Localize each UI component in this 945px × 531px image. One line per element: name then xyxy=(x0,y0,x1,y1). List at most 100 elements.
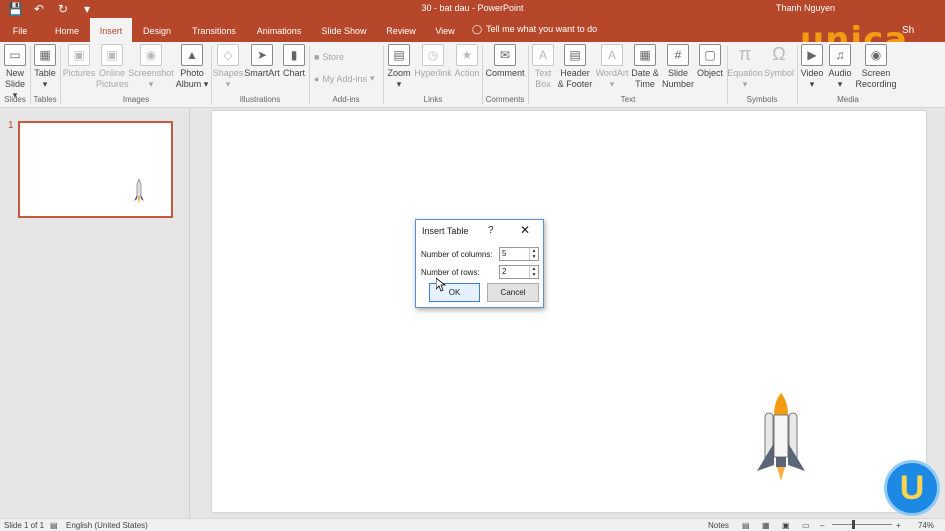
tab-animations[interactable]: Animations xyxy=(250,18,308,42)
store-button[interactable]: ■ Store xyxy=(314,52,344,62)
store-icon: ■ xyxy=(314,52,320,62)
group-label-media: Media xyxy=(837,95,859,104)
online-pictures-button[interactable]: ▣ Online Pictures xyxy=(96,44,129,90)
group-label-illustrations: Illustrations xyxy=(239,95,281,104)
pictures-button[interactable]: ▣ Pictures xyxy=(62,44,96,79)
symbol-button[interactable]: Ω Symbol xyxy=(763,44,795,79)
tab-slide-show[interactable]: Slide Show xyxy=(316,18,372,42)
tab-review[interactable]: Review xyxy=(382,18,420,42)
camera-icon: ◉ xyxy=(140,44,162,66)
user-name[interactable]: Thanh Nguyen xyxy=(776,3,835,13)
separator xyxy=(30,46,31,104)
language-status[interactable]: English (United States) xyxy=(66,521,148,530)
audio-label: Audio ▾ xyxy=(828,68,852,89)
object-icon: ▢ xyxy=(699,44,721,66)
audio-button[interactable]: ♫ Audio ▾ xyxy=(826,44,854,90)
columns-spinner[interactable]: 5 ▲ ▼ xyxy=(499,247,539,261)
text-box-label: Text Box xyxy=(534,68,552,89)
zoom-button[interactable]: ▤ Zoom ▾ xyxy=(384,44,414,90)
tab-file[interactable]: File xyxy=(6,18,34,42)
group-label-images: Images xyxy=(122,95,150,104)
slideshow-view-icon[interactable]: ▭ xyxy=(802,521,810,530)
spellcheck-icon[interactable]: ▤ xyxy=(50,521,58,530)
tab-home[interactable]: Home xyxy=(48,18,86,42)
rows-label: Number of rows: xyxy=(421,268,480,277)
header-footer-button[interactable]: ▤ Header & Footer xyxy=(556,44,594,90)
screenshot-button[interactable]: ◉ Screenshot ▾ xyxy=(128,44,174,90)
online-pictures-label: Online Pictures xyxy=(96,68,129,89)
my-addins-button[interactable]: ● My Add-ins ▾ xyxy=(314,73,375,84)
text-box-button[interactable]: A Text Box xyxy=(530,44,556,90)
tell-me-box[interactable]: ◯ Tell me what you want to do xyxy=(472,24,597,35)
tab-insert[interactable]: Insert xyxy=(90,18,132,42)
pictures-icon: ▣ xyxy=(68,44,90,66)
cancel-button[interactable]: Cancel xyxy=(487,283,539,302)
online-pictures-icon: ▣ xyxy=(101,44,123,66)
slide-number-button[interactable]: # Slide Number xyxy=(661,44,695,90)
zoom-out-icon[interactable]: – xyxy=(820,521,824,530)
hyperlink-button[interactable]: ◷ Hyperlink xyxy=(413,44,453,79)
zoom-level[interactable]: 74% xyxy=(918,521,934,530)
chart-button[interactable]: ▮ Chart xyxy=(281,44,307,79)
shapes-button[interactable]: ◇ Shapes ▾ xyxy=(212,44,244,90)
zoom-in-icon[interactable]: + xyxy=(896,521,901,530)
close-button[interactable]: ✕ xyxy=(520,223,530,237)
rows-spinner[interactable]: 2 ▲ ▼ xyxy=(499,265,539,279)
rocket-image[interactable] xyxy=(755,391,807,483)
separator xyxy=(60,46,61,104)
star-icon: ★ xyxy=(456,44,478,66)
comment-label: Comment xyxy=(485,68,525,78)
help-button[interactable]: ? xyxy=(488,225,494,236)
columns-label: Number of columns: xyxy=(421,250,493,259)
smartart-label: SmartArt xyxy=(244,68,280,78)
spin-arrows-icon[interactable]: ▲ ▼ xyxy=(529,266,538,278)
normal-view-icon[interactable]: ▤ xyxy=(742,521,750,530)
object-button[interactable]: ▢ Object xyxy=(695,44,725,79)
columns-value[interactable]: 5 xyxy=(502,249,506,258)
slide-thumbnail[interactable] xyxy=(18,121,173,218)
speaker-icon: ♫ xyxy=(829,44,851,66)
shapes-icon: ◇ xyxy=(217,44,239,66)
notes-button[interactable]: Notes xyxy=(708,521,729,530)
group-label-text: Text xyxy=(620,95,636,104)
tab-design[interactable]: Design xyxy=(138,18,176,42)
addins-icon: ● xyxy=(314,73,320,84)
rows-value[interactable]: 2 xyxy=(502,267,506,276)
hyperlink-label: Hyperlink xyxy=(414,68,452,78)
zoom-label: Zoom ▾ xyxy=(387,68,411,89)
action-button[interactable]: ★ Action xyxy=(453,44,481,79)
zoom-slider[interactable] xyxy=(832,524,892,525)
smartart-button[interactable]: ➤ SmartArt xyxy=(243,44,281,79)
photo-album-button[interactable]: ▲ Photo Album ▾ xyxy=(174,44,210,90)
equation-button[interactable]: π Equation ▾ xyxy=(727,44,763,90)
pi-icon: π xyxy=(738,44,752,64)
table-button[interactable]: ▦ Table ▾ xyxy=(32,44,58,90)
slide-number-label: Slide Number xyxy=(661,68,694,89)
slide-count: Slide 1 of 1 xyxy=(4,521,45,530)
tab-transitions[interactable]: Transitions xyxy=(186,18,242,42)
tab-view[interactable]: View xyxy=(430,18,460,42)
share-button[interactable]: Sh xyxy=(902,25,914,36)
separator xyxy=(482,46,483,104)
new-slide-button[interactable]: ▭ New Slide ▾ xyxy=(2,44,28,101)
video-button[interactable]: ▶ Video ▾ xyxy=(798,44,826,90)
pictures-label: Pictures xyxy=(62,68,96,78)
date-time-button[interactable]: ▦ Date & Time xyxy=(629,44,661,90)
chart-icon: ▮ xyxy=(283,44,305,66)
spin-arrows-icon[interactable]: ▲ ▼ xyxy=(529,248,538,260)
screen-recording-button[interactable]: ◉ Screen Recording xyxy=(854,44,898,90)
ribbon: ▭ New Slide ▾ ▦ Table ▾ ▣ Pictures ▣ Onl… xyxy=(0,42,945,108)
slide-canvas[interactable] xyxy=(212,111,926,512)
screen-recording-icon: ◉ xyxy=(865,44,887,66)
insert-table-dialog: Insert Table ? ✕ Number of columns: 5 ▲ ▼… xyxy=(415,219,544,308)
group-label-tables: Tables xyxy=(33,95,57,104)
reading-view-icon[interactable]: ▣ xyxy=(782,521,790,530)
slides-pane: 1 xyxy=(0,109,190,518)
comment-button[interactable]: ✉ Comment xyxy=(484,44,526,79)
wordart-button[interactable]: A WordArt ▾ xyxy=(594,44,630,90)
status-bar: Slide 1 of 1 ▤ English (United States) N… xyxy=(0,518,945,531)
slide-thumbnail-number: 1 xyxy=(8,120,14,131)
slide-sorter-icon[interactable]: ▦ xyxy=(762,521,770,530)
separator xyxy=(528,46,529,104)
zoom-slider-handle[interactable] xyxy=(852,520,855,529)
